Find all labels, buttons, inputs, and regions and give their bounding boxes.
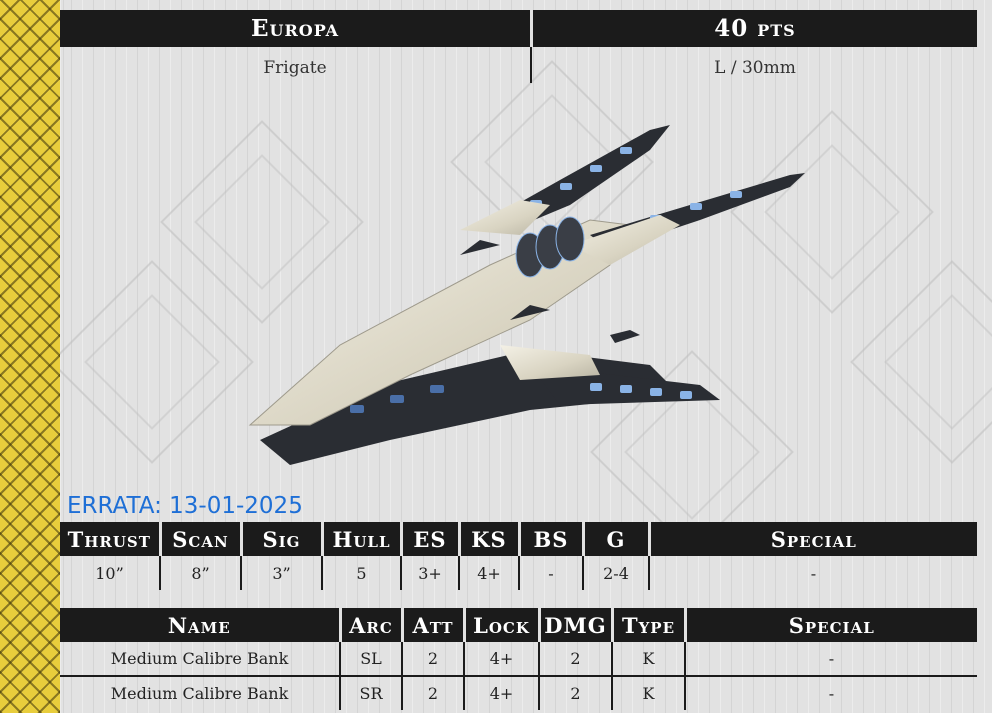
weapon-type: K	[611, 676, 685, 710]
ship-size: L / 30mm	[533, 50, 977, 86]
stats-value-row: 10” 8” 3” 5 3+ 4+ - 2-4 -	[60, 556, 977, 590]
weapon-lock: 4+	[463, 676, 539, 710]
weapon-row: Medium Calibre Bank SL 2 4+ 2 K -	[60, 642, 977, 677]
points-header: 40 pts	[533, 10, 977, 47]
weapon-header-lock: Lock	[462, 608, 539, 642]
errata-date: ERRATA: 13-01-2025	[67, 493, 303, 519]
stat-header-bs: BS	[517, 522, 583, 556]
stat-value-hull: 5	[321, 556, 401, 590]
weapon-lock: 4+	[463, 642, 539, 677]
weapon-header-att: Att	[400, 608, 464, 642]
ship-class: Frigate	[60, 50, 530, 86]
weapon-arc: SR	[339, 676, 402, 710]
decorative-chevron-strip	[0, 0, 60, 713]
stat-header-g: G	[581, 522, 649, 556]
weapon-dmg: 2	[538, 676, 612, 710]
stat-value-special: -	[648, 556, 977, 590]
header-divider	[530, 47, 532, 83]
stats-header-row: Thrust Scan Sig Hull ES KS BS G Special	[60, 522, 977, 556]
weapon-header-type: Type	[610, 608, 685, 642]
stat-value-scan: 8”	[159, 556, 241, 590]
weapon-dmg: 2	[538, 642, 612, 677]
ship-miniature-image	[248, 125, 805, 465]
weapon-header-dmg: DMG	[537, 608, 612, 642]
weapon-header-special: Special	[683, 608, 977, 642]
stat-header-special: Special	[647, 522, 977, 556]
stat-header-thrust: Thrust	[60, 522, 160, 556]
weapon-type: K	[611, 642, 685, 677]
weapon-special: -	[684, 676, 977, 710]
ship-size-text: L / 30mm	[714, 58, 796, 78]
stat-value-sig: 3”	[240, 556, 322, 590]
deco-diamond	[850, 260, 992, 464]
ship-class-text: Frigate	[263, 58, 327, 78]
stat-value-es: 3+	[400, 556, 459, 590]
weapon-arc: SL	[339, 642, 402, 677]
stat-header-es: ES	[399, 522, 459, 556]
weapon-name: Medium Calibre Bank	[60, 642, 340, 677]
weapons-header-row: Name Arc Att Lock DMG Type Special	[60, 608, 977, 642]
stat-value-bs: -	[518, 556, 583, 590]
stats-table: Thrust Scan Sig Hull ES KS BS G Special …	[60, 522, 977, 590]
weapon-att: 2	[401, 642, 464, 677]
weapon-name: Medium Calibre Bank	[110, 684, 289, 703]
ship-name-header: Europa	[60, 10, 530, 47]
weapon-att: 2	[401, 676, 464, 710]
stat-value-ks: 4+	[458, 556, 519, 590]
weapons-table: Name Arc Att Lock DMG Type Special Mediu…	[60, 608, 977, 710]
stat-value-g: 2-4	[582, 556, 649, 590]
weapon-header-name: Name	[60, 608, 340, 642]
weapon-row: Medium Calibre Bank SR 2 4+ 2 K -	[60, 676, 977, 710]
deco-diamond	[60, 260, 254, 464]
stat-header-scan: Scan	[158, 522, 241, 556]
weapon-header-arc: Arc	[338, 608, 402, 642]
ship-points: 40 pts	[714, 15, 796, 42]
ship-name: Europa	[251, 15, 339, 42]
stat-header-hull: Hull	[320, 522, 401, 556]
stat-header-sig: Sig	[239, 522, 322, 556]
stat-header-ks: KS	[457, 522, 519, 556]
weapon-special: -	[684, 642, 977, 677]
stat-value-thrust: 10”	[95, 563, 124, 583]
